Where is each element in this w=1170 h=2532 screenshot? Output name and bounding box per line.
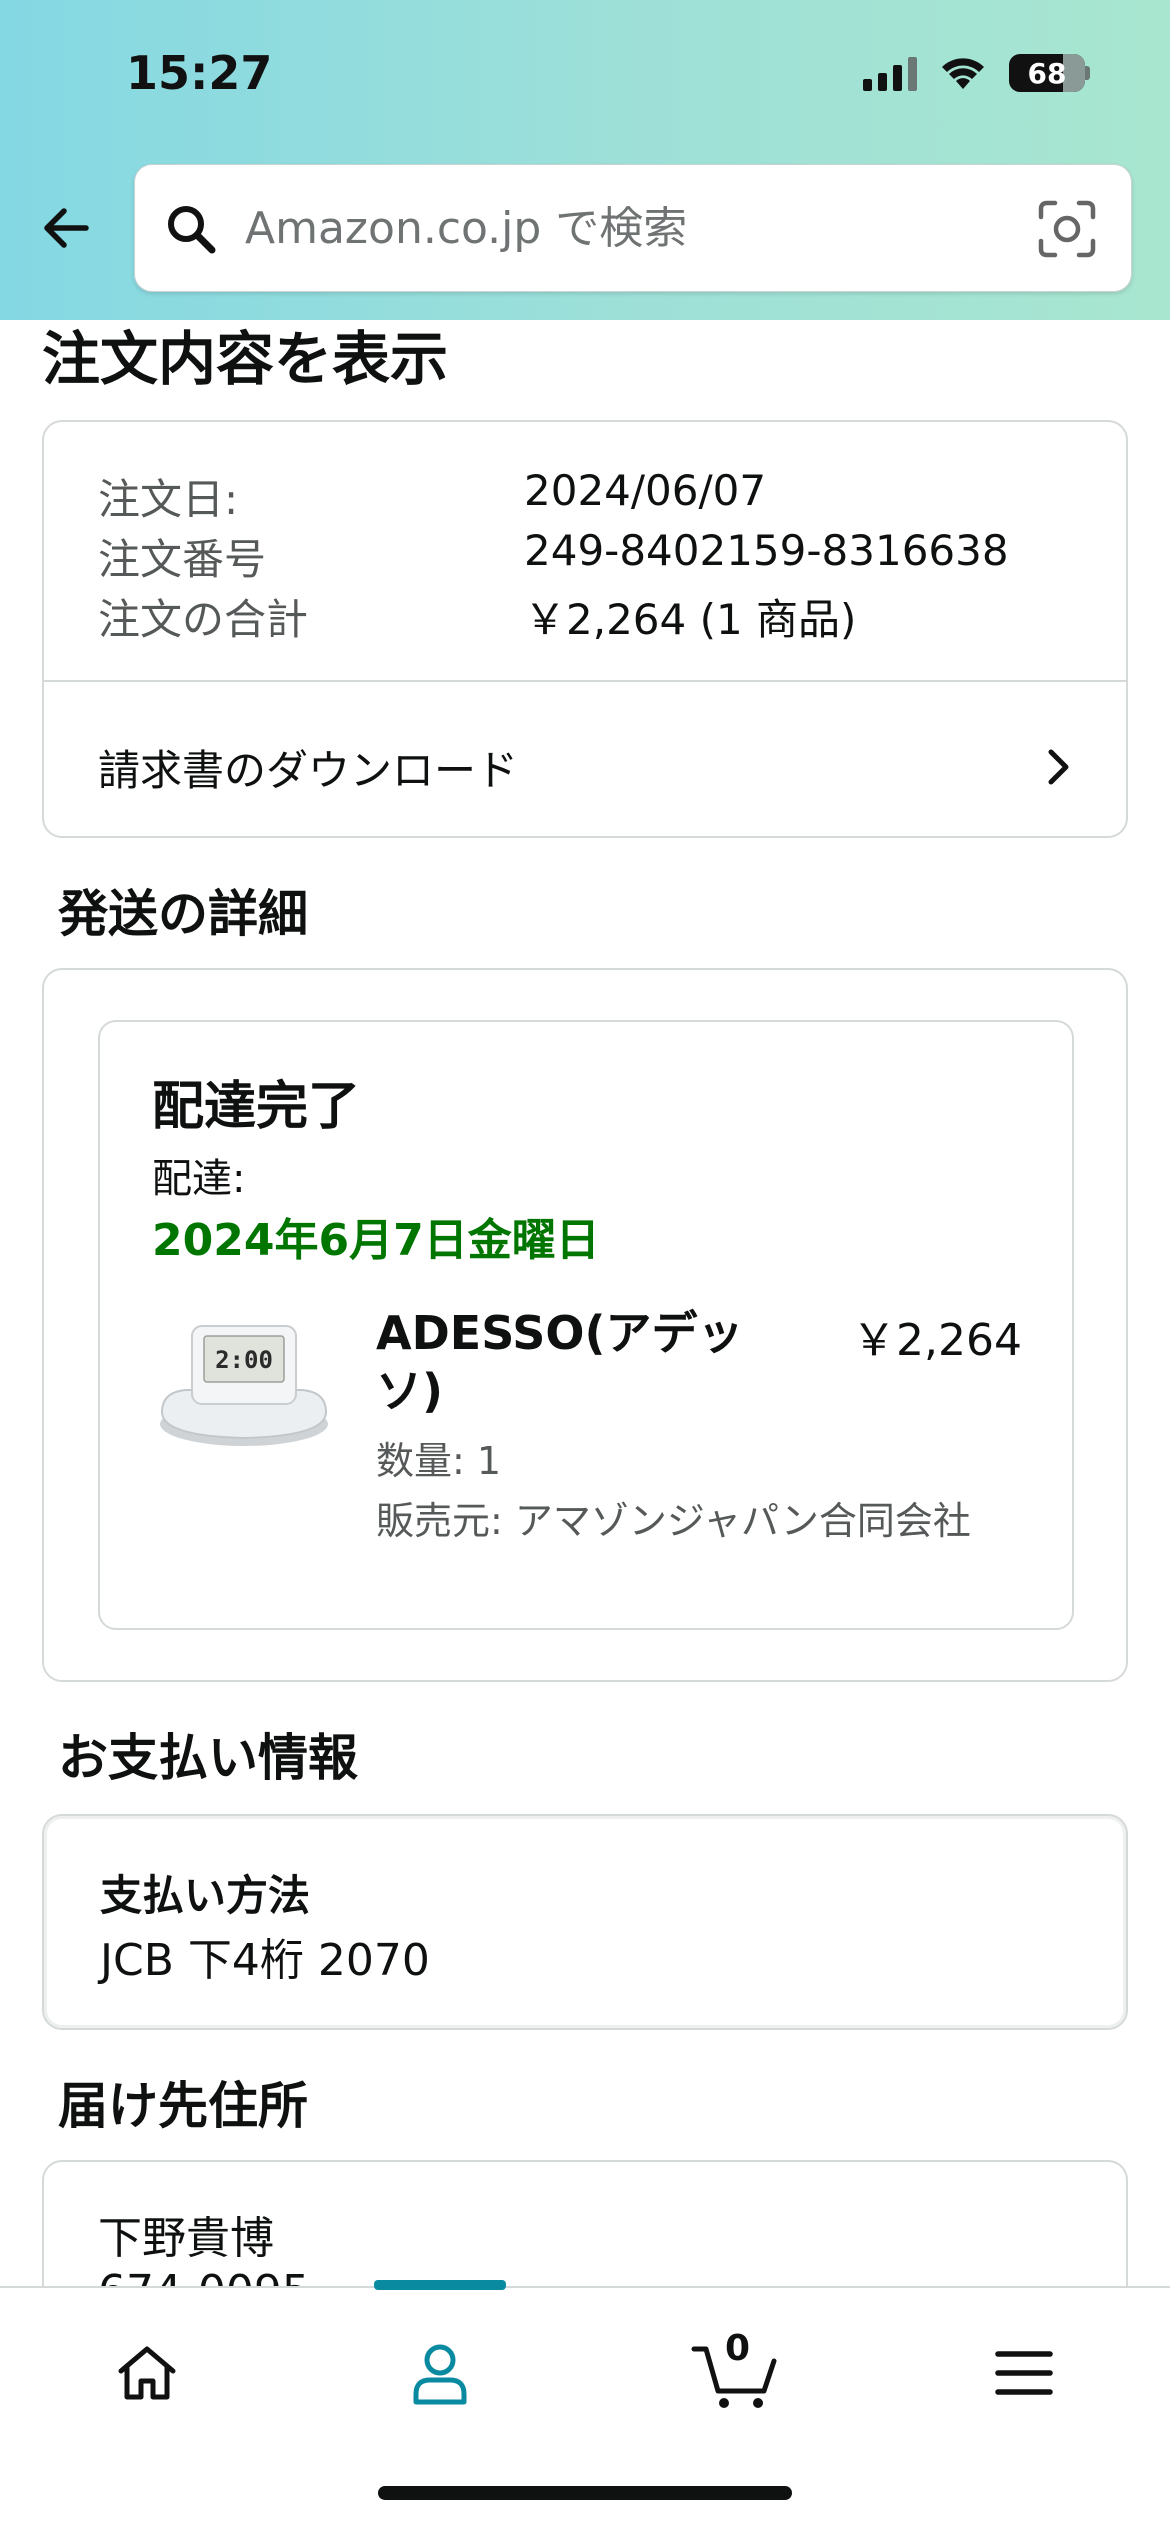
signal-icon — [863, 55, 917, 91]
chevron-right-icon — [1048, 749, 1069, 785]
home-indicator — [378, 2486, 792, 2500]
order-number-label: 注文番号 — [98, 535, 267, 584]
wifi-icon — [942, 58, 984, 89]
recipient-name: 下野貴博 — [98, 2213, 274, 2264]
address-section-title: 届け先住所 — [58, 2077, 308, 2135]
delivery-date: 2024年6月7日金曜日 — [152, 1215, 600, 1266]
account-icon — [413, 2344, 467, 2405]
product-image[interactable]: 2:00 — [156, 1312, 332, 1452]
product-seller: 販売元: アマゾンジャパン合同会社 — [376, 1499, 971, 1543]
cart-count: 0 — [725, 2328, 751, 2369]
clock-display-text: 2:00 — [215, 1346, 273, 1374]
home-icon — [118, 2346, 176, 2400]
menu-icon — [995, 2351, 1053, 2395]
payment-card: 支払い方法 JCB 下4桁 2070 — [42, 1814, 1128, 2030]
order-total-label: 注文の合計 — [98, 595, 309, 644]
active-tab-indicator — [374, 2280, 506, 2290]
product-quantity: 数量: 1 — [376, 1439, 502, 1483]
back-arrow-icon[interactable] — [36, 198, 96, 258]
divider — [44, 680, 1126, 682]
nav-home[interactable] — [102, 2328, 192, 2418]
page-title: 注文内容を表示 — [42, 325, 449, 393]
battery-indicator: 68 — [1009, 54, 1090, 92]
order-summary-card: 注文日: 2024/06/07 注文番号 249-8402159-8316638… — [42, 420, 1128, 838]
order-date-value: 2024/06/07 — [524, 466, 767, 515]
invoice-download-label: 請求書のダウンロード — [98, 745, 519, 795]
camera-search-icon[interactable] — [1037, 199, 1097, 259]
order-date-label: 注文日: — [98, 475, 239, 524]
product-name[interactable]: ADESSO(アデッソ) — [376, 1304, 766, 1420]
payment-section-title: お支払い情報 — [58, 1729, 358, 1787]
nav-menu[interactable] — [979, 2328, 1069, 2418]
search-icon — [168, 206, 216, 254]
payment-method-label: 支払い方法 — [100, 1871, 311, 1920]
product-price: ￥2,264 — [852, 1315, 1022, 1366]
status-time: 15:27 — [126, 46, 273, 100]
search-bar[interactable] — [134, 164, 1132, 292]
status-icons: 68 — [863, 54, 1090, 92]
delivery-status: 配達完了 — [152, 1077, 361, 1137]
invoice-download-link[interactable]: 請求書のダウンロード — [98, 722, 1078, 812]
delivery-label: 配達: — [152, 1156, 246, 1202]
payment-method-value: JCB 下4桁 2070 — [100, 1935, 430, 1986]
nav-cart[interactable]: 0 — [685, 2328, 785, 2418]
shipment-box[interactable]: 配達完了 配達: 2024年6月7日金曜日 2:00 ADESSO(アデッソ) … — [98, 1020, 1074, 1630]
order-number-value: 249-8402159-8316638 — [524, 526, 1009, 575]
order-total-value: ￥2,264 (1 商品) — [524, 595, 857, 644]
search-input[interactable] — [245, 195, 1005, 261]
battery-level: 68 — [1027, 56, 1067, 90]
shipping-card: 配達完了 配達: 2024年6月7日金曜日 2:00 ADESSO(アデッソ) … — [42, 968, 1128, 1682]
nav-account[interactable] — [395, 2328, 485, 2418]
shipping-section-title: 発送の詳細 — [58, 885, 308, 943]
app-header: 15:27 68 — [0, 0, 1170, 320]
